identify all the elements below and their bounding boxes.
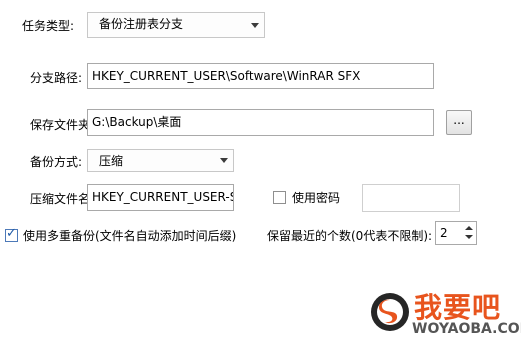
chevron-down-icon (251, 23, 259, 28)
save-folder-input[interactable]: G:\Backup\桌面 (87, 109, 434, 136)
branch-path-label: 分支路径: (30, 71, 83, 85)
browse-button-label: ... (453, 113, 465, 127)
keep-count-spinner[interactable]: 2 (435, 221, 477, 245)
multi-backup-checkbox[interactable]: ✓ (5, 226, 18, 242)
spin-up-icon[interactable] (465, 226, 473, 230)
watermark-brand: 我要吧 (414, 291, 502, 324)
use-password-checkbox[interactable] (273, 191, 286, 204)
password-input[interactable] (362, 184, 460, 212)
task-type-select[interactable]: 备份注册表分支 (87, 12, 265, 38)
backup-mode-label: 备份方式: (30, 155, 83, 169)
multi-backup-label: 使用多重备份(文件名自动添加时间后缀) (23, 229, 237, 243)
archive-name-label: 压缩文件名: (30, 192, 95, 206)
use-password-label: 使用密码 (292, 191, 341, 205)
chevron-down-icon (220, 158, 228, 163)
save-folder-label: 保存文件夹: (30, 118, 95, 132)
keep-count-value: 2 (440, 226, 448, 240)
task-type-label: 任务类型: (22, 19, 75, 33)
browse-button[interactable]: ... (446, 110, 472, 135)
checkmark-icon: ✓ (6, 226, 17, 241)
watermark-logo-icon (370, 292, 410, 332)
task-type-value: 备份注册表分支 (99, 17, 184, 31)
backup-mode-value: 压缩 (99, 154, 124, 168)
keep-count-label: 保留最近的个数(0代表不限制): (267, 229, 433, 243)
archive-name-input[interactable]: HKEY_CURRENT_USER-S (87, 184, 234, 211)
spin-down-icon[interactable] (465, 235, 473, 239)
branch-path-input[interactable]: HKEY_CURRENT_USER\Software\WinRAR SFX (87, 63, 434, 89)
watermark-domain: WOYAOBA.COM (412, 321, 521, 337)
backup-mode-select[interactable]: 压缩 (87, 149, 234, 172)
